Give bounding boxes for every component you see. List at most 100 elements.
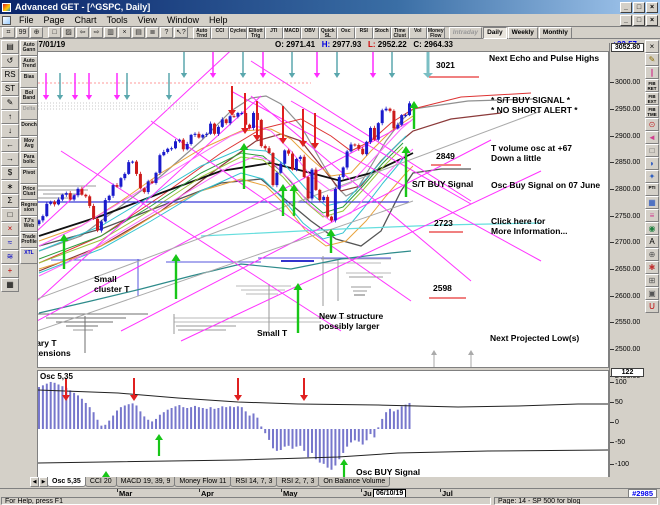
menu-file[interactable]: File xyxy=(14,14,39,26)
tab-scroll-left[interactable]: ◀ xyxy=(30,477,39,487)
tab-osc-5-35[interactable]: Osc 5,35 xyxy=(47,477,86,487)
tab-rsi-2-7-3[interactable]: RSI 2, 7, 3 xyxy=(276,477,320,487)
pencil-icon[interactable]: ✎ xyxy=(645,53,659,66)
forward-icon[interactable]: ⇨ xyxy=(90,27,103,38)
menu-chart[interactable]: Chart xyxy=(70,14,102,26)
study-button-osc[interactable]: Osc xyxy=(336,26,355,39)
period-weekly-button[interactable]: Weekly xyxy=(507,26,538,39)
grid-icon[interactable]: ▦ xyxy=(645,196,659,209)
menu-tools[interactable]: Tools xyxy=(102,14,133,26)
fib-time-icon[interactable]: FIB TME xyxy=(645,105,659,118)
draw-icon[interactable]: ✎ xyxy=(1,96,19,110)
study-button-stoch[interactable]: Stoch xyxy=(372,26,391,39)
tab-on-balance-volume[interactable]: On Balance Volume xyxy=(318,477,391,487)
tool-button-auto-gann[interactable]: Auto Gann xyxy=(20,40,38,56)
tool-button-donch[interactable]: Donch xyxy=(20,120,38,136)
print-icon[interactable]: ≣ xyxy=(146,27,159,38)
chart-annotation-4[interactable]: Click here for More Information... xyxy=(491,216,568,236)
zoom-tool-icon[interactable]: ⊕ xyxy=(30,27,43,38)
study-button-obv[interactable]: OBV xyxy=(300,26,319,39)
tab-money-flow-11[interactable]: Money Flow 11 xyxy=(174,477,232,487)
scroll-down-icon[interactable]: ↓ xyxy=(1,124,19,138)
oscillator-panel[interactable]: Osc 5,35 Osc BUY Signal xyxy=(37,370,609,478)
tool-button-auto-trend[interactable]: Auto Trend xyxy=(20,56,38,72)
fib-retracement-icon[interactable]: FIB RET xyxy=(645,79,659,92)
undo-icon[interactable]: U xyxy=(645,300,659,313)
study-button-auto-trnd[interactable]: Auto Trnd xyxy=(192,26,211,39)
back-icon[interactable]: ⇦ xyxy=(76,27,89,38)
copy-page-icon[interactable]: ▥ xyxy=(104,27,117,38)
study-button-elliott-trig[interactable]: Elliott Trig xyxy=(246,26,265,39)
tool-button-pivot[interactable]: Pivot xyxy=(20,168,38,184)
fib-extension-icon[interactable]: FIB EXT xyxy=(645,92,659,105)
tab-macd-19-39-9[interactable]: MACD 19, 39, 9 xyxy=(115,477,176,487)
tool-button-tj-s-web[interactable]: TJ's Web xyxy=(20,216,38,232)
link-icon[interactable]: ↺ xyxy=(1,54,19,68)
restore-button[interactable]: □ xyxy=(633,1,645,13)
tool-button-bol-band[interactable]: Bol Band xyxy=(20,88,38,104)
chart-window-icon[interactable] xyxy=(2,15,11,25)
sum-icon[interactable]: Σ xyxy=(1,194,19,208)
study-button-cycles[interactable]: Cycles xyxy=(228,26,247,39)
crosshair-icon[interactable]: + xyxy=(1,264,19,278)
open-chart-icon[interactable]: ▤ xyxy=(1,40,19,54)
study-button-cci[interactable]: CCI xyxy=(210,26,229,39)
new-window-icon[interactable]: ▦ xyxy=(1,278,19,292)
star-icon[interactable]: ✱ xyxy=(645,261,659,274)
quotes-icon[interactable]: 99 xyxy=(16,27,29,38)
study-button-macd[interactable]: MACD xyxy=(282,26,301,39)
tool-button-mov-avg[interactable]: Mov Avg xyxy=(20,136,38,152)
price-scale-icon[interactable]: $ xyxy=(1,166,19,180)
delete-lines-icon[interactable]: × xyxy=(1,222,19,236)
child-restore-button[interactable]: □ xyxy=(633,14,645,26)
delete-icon[interactable]: × xyxy=(118,27,131,38)
study-button-rsi[interactable]: RSI xyxy=(354,26,373,39)
tool-button-bias[interactable]: Bias xyxy=(20,72,38,88)
menu-view[interactable]: View xyxy=(133,14,162,26)
price-chart-panel[interactable]: 3021 2849 2723 2598 Next Echo and Pulse High… xyxy=(37,51,609,368)
tool-button-regres-sion[interactable]: Regres sion xyxy=(20,200,38,216)
mob-icon[interactable]: ◄ xyxy=(645,131,659,144)
menu-window[interactable]: Window xyxy=(162,14,204,26)
regression-channel-icon[interactable]: ◗ xyxy=(645,157,659,170)
open-folder-icon[interactable]: ▨ xyxy=(62,27,75,38)
new-chart-icon[interactable]: ▤ xyxy=(132,27,145,38)
copy-icon[interactable]: ▣ xyxy=(645,287,659,300)
study-icon[interactable]: ST xyxy=(1,82,19,96)
child-minimize-button[interactable]: _ xyxy=(620,14,632,26)
child-close-button[interactable]: × xyxy=(646,14,658,26)
study-button-jti[interactable]: JTI xyxy=(264,26,283,39)
tool-button-xtl[interactable]: XTL xyxy=(20,248,38,264)
oscillator-chart[interactable] xyxy=(38,371,608,477)
close-icon[interactable]: × xyxy=(645,40,659,53)
pointer-tool-icon[interactable]: ⌗ xyxy=(2,27,15,38)
text-tool-icon[interactable]: A xyxy=(645,235,659,248)
minimize-button[interactable]: _ xyxy=(620,1,632,13)
bar-spacing-icon[interactable]: ∗ xyxy=(1,180,19,194)
elliott-wave-icon[interactable]: ≈ xyxy=(1,236,19,250)
tab-rsi-14-7-3[interactable]: RSI 14, 7, 3 xyxy=(230,477,278,487)
scroll-up-icon[interactable]: ↑ xyxy=(1,110,19,124)
tab-cci-20[interactable]: CCI 20 xyxy=(84,477,117,487)
price-chart[interactable] xyxy=(38,52,608,367)
gann-grid-icon[interactable]: ⊞ xyxy=(645,274,659,287)
box-select-icon[interactable]: □ xyxy=(1,208,19,222)
close-button[interactable]: × xyxy=(646,1,658,13)
ellipse-icon[interactable]: ⊙ xyxy=(645,118,659,131)
scroll-left-icon[interactable]: ← xyxy=(1,138,19,152)
study-button-time-clust[interactable]: Time Clust xyxy=(390,26,409,39)
levels-icon[interactable]: ≡ xyxy=(645,209,659,222)
context-help-icon[interactable]: ↖? xyxy=(174,27,188,38)
help-icon[interactable]: ? xyxy=(160,27,173,38)
gann-box-icon[interactable]: □ xyxy=(645,144,659,157)
compass-icon[interactable]: ✦ xyxy=(645,170,659,183)
pti-icon[interactable]: PTI xyxy=(645,183,659,196)
tool-button-para-bolic[interactable]: Para bolic xyxy=(20,152,38,168)
zoom-in-icon[interactable]: ⊕ xyxy=(645,248,659,261)
trend-channel-icon[interactable]: ∥ xyxy=(645,66,659,79)
study-button-money-flow[interactable]: Money Flow xyxy=(426,26,445,39)
menu-help[interactable]: Help xyxy=(204,14,233,26)
study-button-vol[interactable]: Vol xyxy=(408,26,427,39)
period-monthly-button[interactable]: Monthly xyxy=(538,26,572,39)
watch-icon[interactable]: ◉ xyxy=(645,222,659,235)
